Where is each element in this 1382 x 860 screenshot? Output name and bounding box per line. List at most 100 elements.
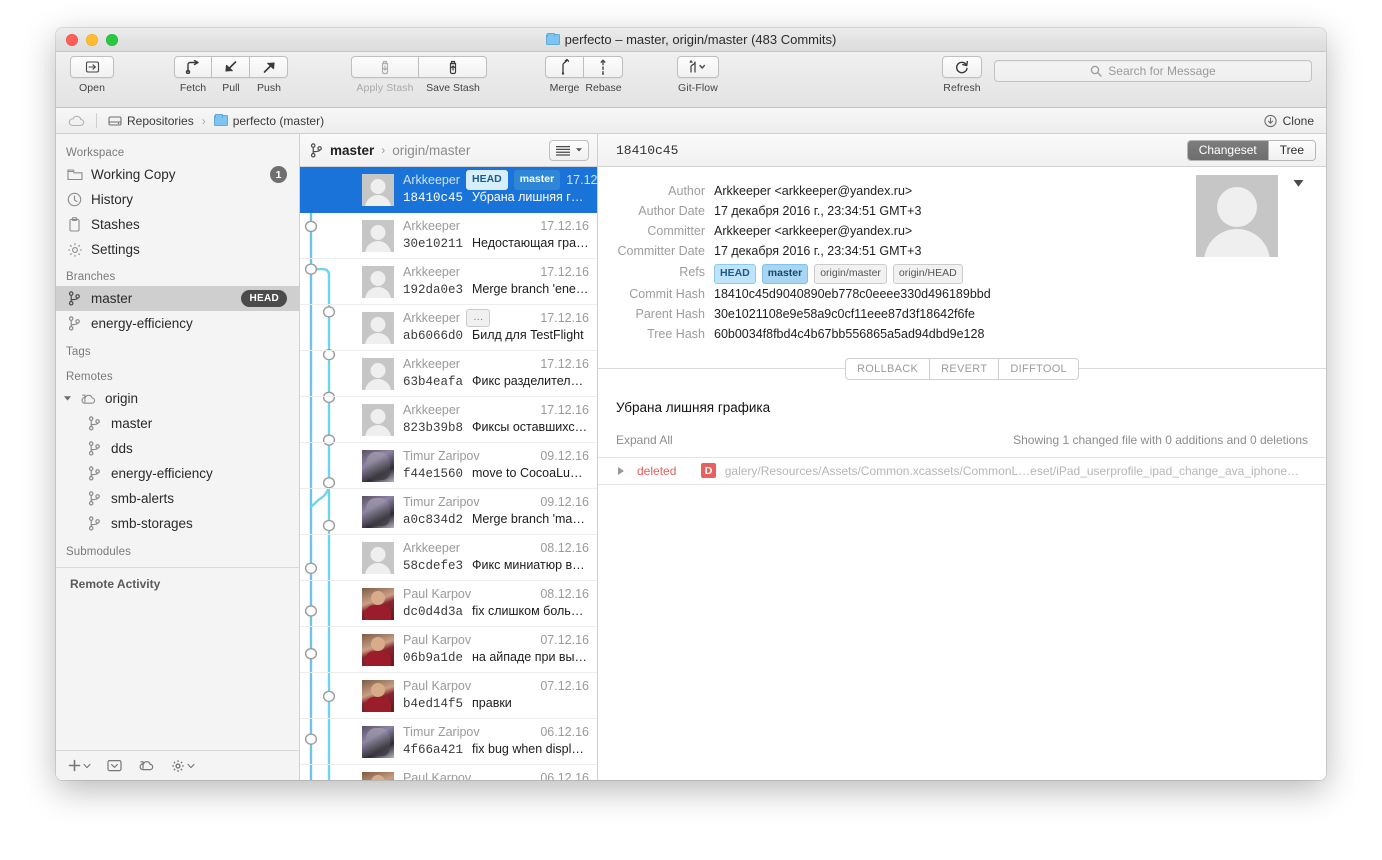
- table-row[interactable]: Paul Karpov 06.12.16: [300, 765, 597, 780]
- sidebar-item-master[interactable]: master HEAD: [56, 286, 299, 311]
- difftool-button[interactable]: DIFFTOOL: [998, 358, 1078, 379]
- window-titlebar: perfecto – master, origin/master (483 Co…: [56, 28, 1326, 52]
- expand-all-button[interactable]: Expand All: [616, 433, 673, 447]
- remote-cloud-button[interactable]: [138, 759, 155, 772]
- breadcrumb-repositories[interactable]: Repositories: [108, 114, 194, 128]
- inbox-button[interactable]: [107, 759, 122, 772]
- sidebar-item-origin-smb-storages[interactable]: smb-storages: [56, 511, 299, 536]
- open-button[interactable]: Open: [70, 52, 114, 94]
- divider-left: [598, 368, 846, 369]
- sidebar-item-origin-master[interactable]: master: [56, 411, 299, 436]
- commit-message: Merge branch 'energ…: [472, 282, 589, 296]
- plus-icon: [68, 759, 81, 772]
- collapse-metadata-button[interactable]: [1293, 179, 1304, 188]
- sidebar-item-origin-energy-efficiency[interactable]: energy-efficiency: [56, 461, 299, 486]
- table-row[interactable]: Arkkeeper … 17.12.16 ab6066d0 Билд для T…: [300, 305, 597, 351]
- add-button[interactable]: [68, 759, 91, 772]
- clone-button[interactable]: Clone: [1263, 114, 1314, 128]
- sync-buttons: Fetch Pull Push: [174, 52, 288, 94]
- push-icon[interactable]: [250, 56, 288, 78]
- rebase-icon[interactable]: [584, 56, 623, 78]
- chevron-down-icon[interactable]: [63, 394, 72, 403]
- sidebar-section-branches: Branches: [66, 271, 116, 283]
- rollback-button[interactable]: ROLLBACK: [846, 359, 929, 379]
- gear-icon: [172, 759, 184, 772]
- table-row[interactable]: Arkkeeper 17.12.16 63b4eafa Фикс раздели…: [300, 351, 597, 397]
- sidebar-item-origin-dds[interactable]: dds: [56, 436, 299, 461]
- table-row[interactable]: Paul Karpov 08.12.16 dc0d4d3a fix слишко…: [300, 581, 597, 627]
- search-group: Search for Message: [994, 52, 1312, 82]
- stash-group: Apply Stash Save Stash: [351, 52, 487, 94]
- commit-date: 17.12.16: [540, 403, 589, 417]
- drive-icon: [108, 115, 122, 126]
- sidebar-item-origin[interactable]: origin: [56, 386, 299, 411]
- sidebar-item-stashes[interactable]: Stashes: [56, 212, 299, 237]
- sidebar-item-label: Working Copy: [91, 167, 176, 182]
- commit-message: Убрана лишняя графи…: [472, 190, 589, 204]
- table-row[interactable]: Timur Zaripov 09.12.16 a0c834d2 Merge br…: [300, 489, 597, 535]
- commit-list-remote[interactable]: origin/master: [392, 143, 470, 158]
- sidebar-item-origin-smb-alerts[interactable]: smb-alerts: [56, 486, 299, 511]
- maximize-window-button[interactable]: [106, 34, 118, 46]
- sidebar-item-settings[interactable]: Settings: [56, 237, 299, 262]
- table-row[interactable]: Arkkeeper 17.12.16 30e10211 Недостающая …: [300, 213, 597, 259]
- breadcrumb-folder-icon: [213, 113, 228, 126]
- detail-commit-hash: 18410c45: [616, 142, 679, 158]
- sidebar-item-history[interactable]: History: [56, 187, 299, 212]
- search-input[interactable]: Search for Message: [994, 60, 1312, 82]
- breadcrumb-current[interactable]: perfecto (master): [213, 113, 324, 128]
- clone-icon: [1263, 114, 1277, 127]
- refresh-button[interactable]: Refresh: [942, 52, 982, 94]
- working-copy-badge: 1: [270, 166, 287, 183]
- tab-tree[interactable]: Tree: [1267, 140, 1315, 160]
- list-item[interactable]: deleted D galery/Resources/Assets/Common…: [598, 456, 1326, 485]
- sidebar-item-energy-efficiency[interactable]: energy-efficiency: [56, 311, 299, 336]
- table-row[interactable]: Arkkeeper HEAD master 17.12.16 18410c45 …: [300, 167, 597, 213]
- minimize-window-button[interactable]: [86, 34, 98, 46]
- avatar: [362, 219, 394, 252]
- commit-message: move to CocoaLumb…: [472, 466, 589, 480]
- search-placeholder: Search for Message: [1108, 64, 1216, 78]
- commit-list-body[interactable]: Arkkeeper HEAD master 17.12.16 18410c45 …: [300, 167, 597, 780]
- tab-changeset[interactable]: Changeset: [1187, 140, 1268, 160]
- merge-label: Merge: [549, 82, 580, 94]
- cloud-icon: [139, 761, 154, 771]
- close-window-button[interactable]: [66, 34, 78, 46]
- merge-buttons: Merge Rebase: [545, 52, 623, 94]
- commit-date: 06.12.16: [540, 771, 589, 780]
- commit-list-options-button[interactable]: [549, 139, 589, 161]
- commit-date: 09.12.16: [540, 495, 589, 509]
- fetch-icon[interactable]: [174, 56, 212, 78]
- settings-button[interactable]: [171, 759, 195, 773]
- commit-author: Arkkeeper: [403, 173, 460, 187]
- table-row[interactable]: Paul Karpov 07.12.16 06b9a1de на айпаде …: [300, 627, 597, 673]
- meta-value: 17 декабря 2016 г., 23:34:51 GMT+3: [714, 204, 922, 218]
- table-row[interactable]: Arkkeeper 17.12.16 823b39b8 Фиксы оставш…: [300, 397, 597, 443]
- git-flow-button[interactable]: Git-Flow: [677, 52, 719, 94]
- commit-ref-more[interactable]: …: [465, 308, 491, 328]
- commit-hash: f44e1560: [403, 467, 464, 481]
- inbox-icon: [107, 760, 122, 772]
- pull-icon[interactable]: [212, 56, 250, 78]
- search-icon: [1091, 65, 1102, 77]
- detail-pane: 18410c45 Changeset Tree Author Arkkeeper…: [598, 134, 1326, 780]
- table-row[interactable]: Arkkeeper 08.12.16 58cdefe3 Фикс миниатю…: [300, 535, 597, 581]
- save-stash-icon[interactable]: [419, 56, 487, 78]
- meta-row-parent-hash: Parent Hash 30e1021108e9e58a9c0cf11eee87…: [598, 304, 1326, 324]
- sidebar-item-label: origin: [105, 391, 139, 406]
- chevron-right-icon[interactable]: [618, 466, 624, 475]
- sidebar-item-working-copy[interactable]: Working Copy 1: [56, 162, 299, 187]
- table-row[interactable]: Arkkeeper 17.12.16 192da0e3 Merge branch…: [300, 259, 597, 305]
- commit-message: правки: [472, 696, 512, 710]
- commit-date: 07.12.16: [540, 633, 589, 647]
- stash-buttons: Apply Stash Save Stash: [351, 52, 487, 94]
- table-row[interactable]: Paul Karpov 07.12.16 b4ed14f5 правки: [300, 673, 597, 719]
- revert-button[interactable]: REVERT: [929, 358, 998, 379]
- table-row[interactable]: Timur Zaripov 06.12.16 4f66a421 fix bug …: [300, 719, 597, 765]
- commit-date: 17.12.16: [540, 357, 589, 371]
- table-row[interactable]: Timur Zaripov 09.12.16 f44e1560 move to …: [300, 443, 597, 489]
- files-toolbar: Expand All Showing 1 changed file with 0…: [598, 415, 1326, 457]
- merge-icon[interactable]: [545, 56, 584, 78]
- apply-stash-icon[interactable]: [351, 56, 419, 78]
- commit-list-branch[interactable]: master: [330, 143, 374, 158]
